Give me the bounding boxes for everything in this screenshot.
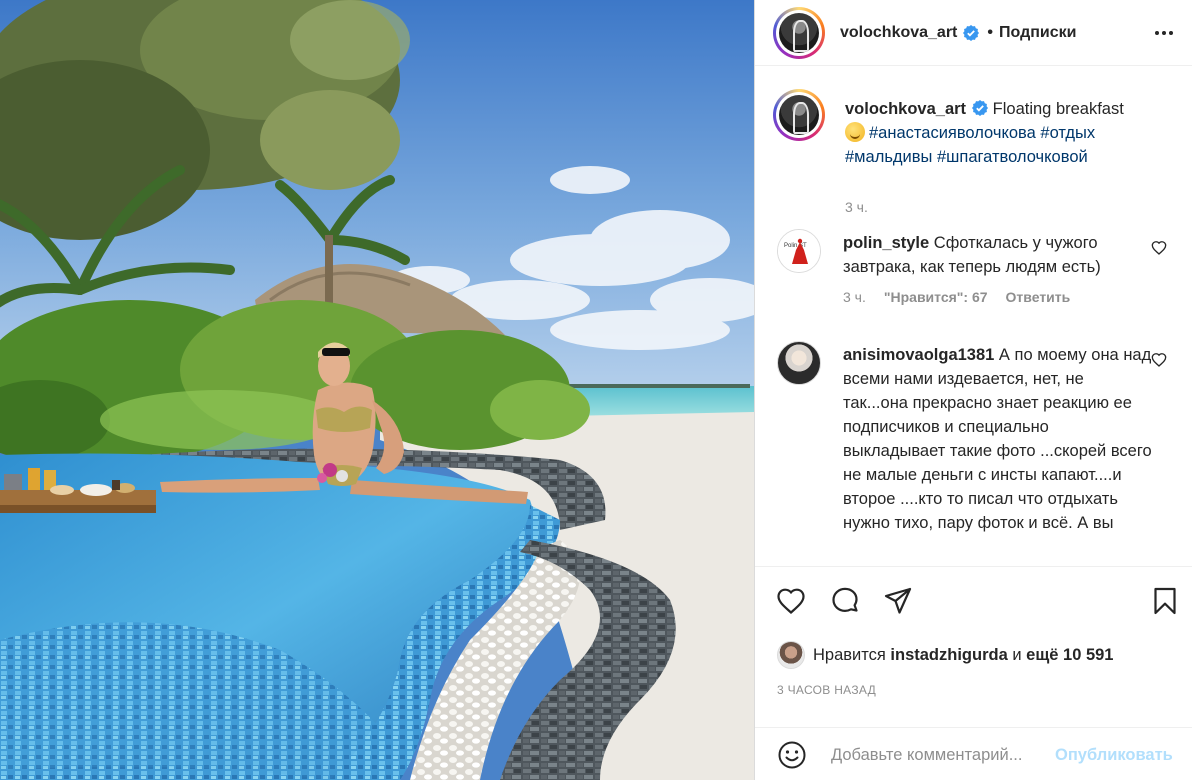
liker-username[interactable]: instadzhigurda — [890, 646, 1007, 665]
add-comment-bar: Опубликовать — [755, 727, 1192, 780]
comment-author[interactable]: anisimovaolga1381 — [843, 346, 994, 364]
comment-text-block: polin_style Сфоткалась у чужого завтрака… — [843, 231, 1143, 279]
publish-button[interactable]: Опубликовать — [1055, 746, 1173, 765]
comment-text: А по моему она над всеми нами издевается… — [843, 346, 1152, 532]
emoji-picker-icon[interactable] — [777, 740, 807, 770]
save-bookmark-icon[interactable] — [1149, 585, 1181, 617]
author-username[interactable]: volochkova_art — [840, 24, 957, 42]
reply-button[interactable]: Ответить — [1006, 289, 1071, 305]
likes-count[interactable]: ещё 10 591 — [1026, 646, 1113, 665]
post-header: volochkova_art • Подписки — [755, 0, 1192, 66]
like-comment-heart-icon[interactable] — [1151, 352, 1167, 368]
logo-text: Polin ST — [784, 243, 807, 249]
author-avatar[interactable] — [773, 6, 825, 59]
following-button[interactable]: Подписки — [999, 24, 1076, 42]
instagram-post-modal: volochkova_art • Подписки volochkova_art… — [0, 0, 1192, 780]
likes-prefix: Нравится — [813, 645, 886, 664]
comment-bubble-icon[interactable] — [829, 585, 861, 617]
header-separator: • — [987, 23, 993, 41]
post-timestamp[interactable]: 3 ЧАСОВ НАЗАД — [777, 683, 876, 697]
comment-author[interactable]: polin_style — [843, 234, 929, 252]
comment-text-block: anisimovaolga1381 А по моему она над все… — [843, 343, 1153, 535]
post-side-panel: volochkova_art • Подписки volochkova_art… — [754, 0, 1192, 780]
maldives-pool-photo — [0, 0, 754, 780]
hashtag-link[interactable]: #шпагатволочковой — [937, 148, 1088, 166]
hashtag-link[interactable]: #мальдивы — [845, 148, 932, 166]
liker-avatar[interactable] — [777, 641, 805, 669]
smiling-face-emoji-icon — [845, 122, 865, 142]
commenter-avatar[interactable] — [777, 341, 821, 385]
verified-badge-icon — [972, 100, 989, 116]
likes-conjunction: и — [1012, 645, 1022, 664]
caption-text: Floating breakfast — [992, 100, 1124, 118]
comment-time[interactable]: 3 ч. — [843, 289, 866, 305]
likes-summary: Нравится instadzhigurda и ещё 10 591 — [777, 640, 1113, 670]
like-comment-heart-icon[interactable] — [1151, 240, 1167, 256]
post-actions-bar — [755, 566, 1192, 636]
caption-text-block: volochkova_art Floating breakfast #анаст… — [845, 97, 1175, 169]
like-heart-icon[interactable] — [775, 585, 807, 617]
comment-likes[interactable]: "Нравится": 67 — [884, 289, 988, 305]
comment-input[interactable] — [831, 742, 1053, 768]
caption-time[interactable]: 3 ч. — [845, 199, 868, 215]
hashtag-link[interactable]: #анастасияволочкова — [869, 124, 1036, 142]
hashtag-link[interactable]: #отдых — [1040, 124, 1095, 142]
comments-scroll-area[interactable]: volochkova_art Floating breakfast #анаст… — [755, 67, 1192, 565]
commenter-avatar[interactable]: Polin ST — [777, 229, 821, 273]
more-options-icon[interactable] — [1152, 21, 1176, 45]
caption-author[interactable]: volochkova_art — [845, 100, 966, 118]
comment-meta: 3 ч. "Нравится": 67 Ответить — [843, 289, 1088, 305]
polin-style-logo: Polin ST — [778, 230, 820, 272]
share-paper-plane-icon[interactable] — [882, 585, 914, 617]
caption-author-avatar[interactable] — [773, 89, 825, 141]
post-photo[interactable] — [0, 0, 754, 780]
verified-badge-icon — [963, 24, 980, 41]
